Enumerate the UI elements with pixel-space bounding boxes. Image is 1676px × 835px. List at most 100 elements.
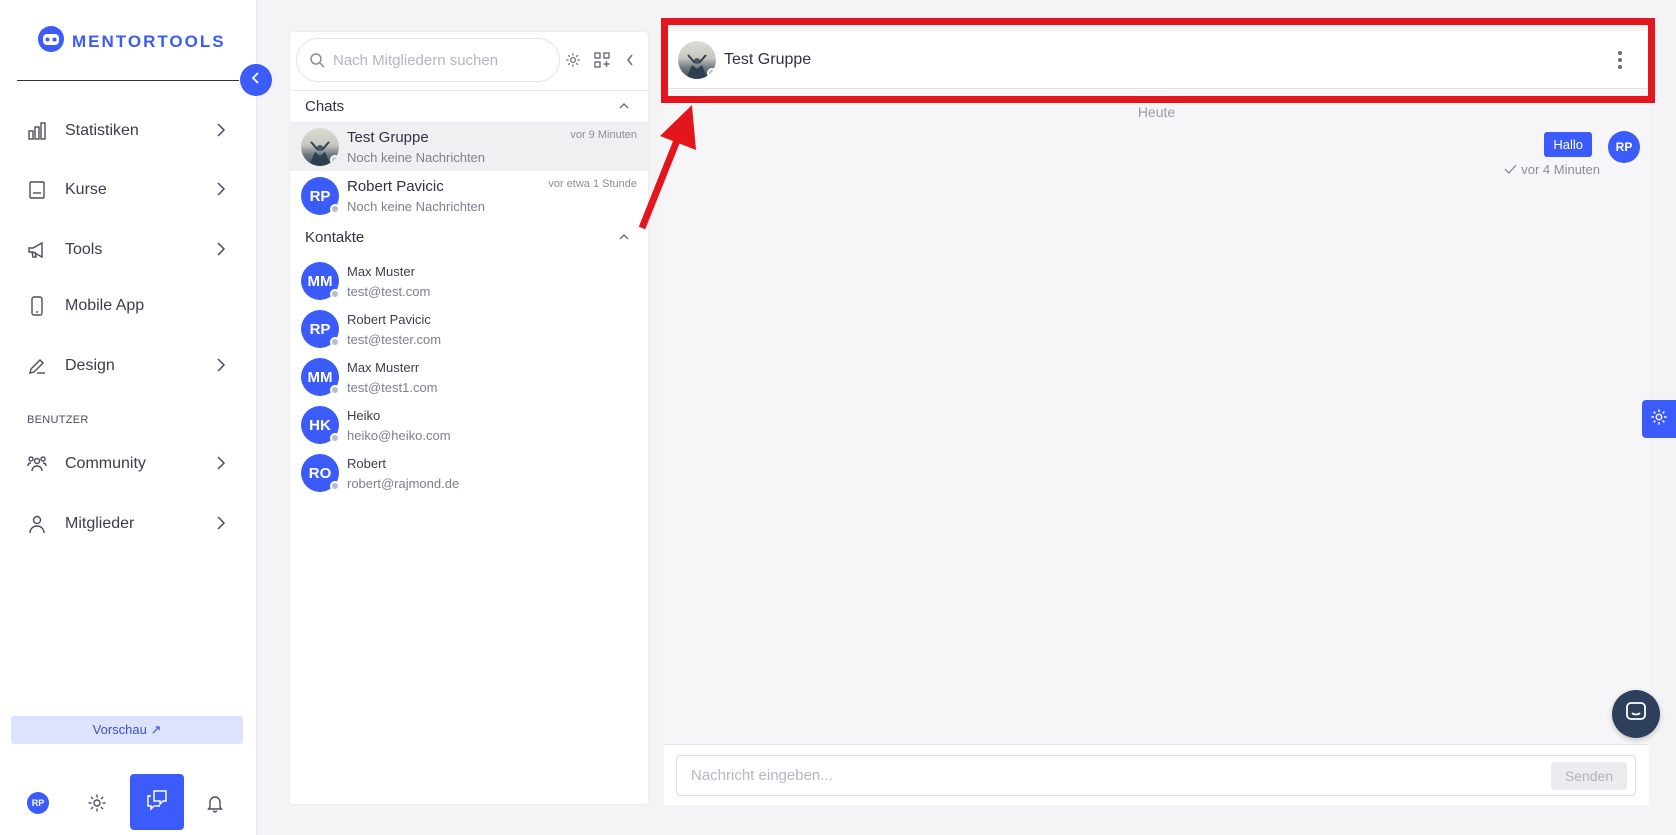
avatar: RP <box>301 310 340 348</box>
contact-row[interactable]: RO Robert robert@rajmond.de <box>290 449 648 497</box>
sidebar-item-label: Mobile App <box>65 297 145 314</box>
chevron-left-icon <box>250 71 262 90</box>
floating-settings-button[interactable] <box>1642 400 1676 438</box>
brand-name: MENTORTOOLS <box>72 31 226 51</box>
sidebar-item-mobile-app[interactable]: Mobile App <box>26 286 226 326</box>
avatar-initials: MM <box>307 368 333 386</box>
chat-settings-gear-icon[interactable] <box>563 50 583 70</box>
message-time: vor 4 Minuten <box>1521 162 1600 177</box>
search-icon <box>309 52 325 68</box>
gear-icon <box>1650 408 1668 431</box>
group-avatar <box>301 128 339 166</box>
status-dot <box>330 433 340 443</box>
chevron-right-icon <box>216 357 226 378</box>
contact-email: robert@rajmond.de <box>347 476 460 491</box>
message-composer: Senden <box>676 755 1636 796</box>
person-icon <box>26 513 48 535</box>
chat-row-robert-pavicic[interactable]: RP Robert Pavicic Noch keine Nachrichten… <box>290 172 648 220</box>
checkmark-icon <box>1504 162 1517 177</box>
sidebar-item-tools[interactable]: Tools <box>26 230 226 270</box>
sidebar-item-statistiken[interactable]: Statistiken <box>26 111 226 151</box>
status-dot <box>707 68 716 78</box>
user-avatar[interactable]: RP <box>27 792 49 814</box>
status-dot <box>330 155 339 165</box>
sidebar-item-mitglieder[interactable]: Mitglieder <box>26 504 226 544</box>
contact-row[interactable]: MM Max Muster test@test.com <box>290 257 648 305</box>
message-sender-avatar: RP <box>1608 131 1640 163</box>
section-label-benutzer: BENUTZER <box>27 414 89 426</box>
member-search[interactable] <box>296 38 560 82</box>
robot-logo-icon <box>36 24 66 59</box>
contact-name: Robert Pavicic <box>347 312 431 327</box>
sidebar: MENTORTOOLS Statistiken Kurse Tools Mobi… <box>0 0 257 835</box>
support-chat-button[interactable] <box>1612 690 1660 738</box>
avatar-initials: HK <box>309 416 331 434</box>
chats-section-header[interactable]: Chats <box>305 98 635 115</box>
chat-list-panel: Chats Test Gruppe Noch keine Nachrichten… <box>289 31 649 805</box>
new-group-icon[interactable] <box>592 50 612 70</box>
status-dot <box>330 481 340 491</box>
chat-preview: Noch keine Nachrichten <box>347 199 486 214</box>
chat-widget-icon <box>1625 701 1647 728</box>
chevron-right-icon <box>216 455 226 476</box>
chat-row-test-gruppe[interactable]: Test Gruppe Noch keine Nachrichten vor 9… <box>290 123 648 171</box>
sidebar-item-label: Design <box>65 357 115 374</box>
conversation-panel: Test Gruppe Heute Hallo RP vor 4 Minuten… <box>664 31 1649 805</box>
bell-icon[interactable] <box>202 790 228 816</box>
contact-email: test@test.com <box>347 284 431 299</box>
contact-name: Max Muster <box>347 264 415 279</box>
chevron-right-icon <box>216 241 226 262</box>
message-bubble[interactable]: Hallo <box>1544 132 1592 157</box>
contact-name: Robert <box>347 456 387 471</box>
sidebar-item-community[interactable]: Community <box>26 444 226 484</box>
contact-email: test@test1.com <box>347 380 438 395</box>
contact-row[interactable]: HK Heiko heiko@heiko.com <box>290 401 648 449</box>
avatar-initials: RP <box>309 320 331 338</box>
contact-email: heiko@heiko.com <box>347 428 451 443</box>
chat-name: Test Gruppe <box>347 129 429 146</box>
sidebar-bottom-bar: RP <box>0 772 257 832</box>
conversation-title[interactable]: Test Gruppe <box>724 51 811 69</box>
status-dot <box>330 289 340 299</box>
divider <box>290 90 648 91</box>
sidebar-item-design[interactable]: Design <box>26 346 226 386</box>
contacts-heading: Kontakte <box>305 229 365 246</box>
brand-logo[interactable]: MENTORTOOLS <box>36 24 226 59</box>
search-input[interactable] <box>333 51 533 69</box>
pencil-icon <box>26 355 48 377</box>
message-input[interactable] <box>691 767 1471 784</box>
preview-button[interactable]: Vorschau ↗ <box>11 716 243 744</box>
avatar-initials: RP <box>309 187 331 205</box>
chats-heading: Chats <box>305 98 345 115</box>
bar-chart-icon <box>26 120 48 142</box>
avatar-initials: MM <box>307 272 333 290</box>
send-button[interactable]: Senden <box>1551 762 1627 790</box>
chat-preview: Noch keine Nachrichten <box>347 150 486 165</box>
chat-bubbles-icon <box>145 788 169 817</box>
contact-row[interactable]: RP Robert Pavicic test@tester.com <box>290 305 648 353</box>
conversation-header: Test Gruppe <box>664 31 1649 89</box>
sidebar-item-kurse[interactable]: Kurse <box>26 170 226 210</box>
chevron-right-icon <box>216 181 226 202</box>
chevron-up-icon[interactable] <box>618 98 630 116</box>
chat-time: vor 9 Minuten <box>570 129 637 141</box>
logo-divider <box>17 80 239 81</box>
contact-row[interactable]: MM Max Musterr test@test1.com <box>290 353 648 401</box>
chat-time: vor etwa 1 Stunde <box>548 178 637 190</box>
avatar: MM <box>301 262 340 300</box>
chevron-right-icon <box>216 515 226 536</box>
compose-bar: Senden <box>664 744 1649 805</box>
collapse-list-chevron-icon[interactable] <box>620 50 640 70</box>
contact-name: Max Musterr <box>347 360 420 375</box>
group-avatar[interactable] <box>678 41 716 79</box>
day-separator: Heute <box>1137 104 1176 120</box>
status-dot <box>330 337 340 347</box>
chat-nav-button[interactable] <box>130 774 184 830</box>
contact-email: test@tester.com <box>347 332 442 347</box>
more-options-icon[interactable] <box>1615 49 1625 71</box>
chevron-up-icon[interactable] <box>618 229 630 247</box>
contacts-section-header[interactable]: Kontakte <box>305 229 635 246</box>
phone-icon <box>26 295 48 317</box>
sidebar-collapse-button[interactable] <box>240 64 272 96</box>
gear-icon[interactable] <box>84 790 110 816</box>
